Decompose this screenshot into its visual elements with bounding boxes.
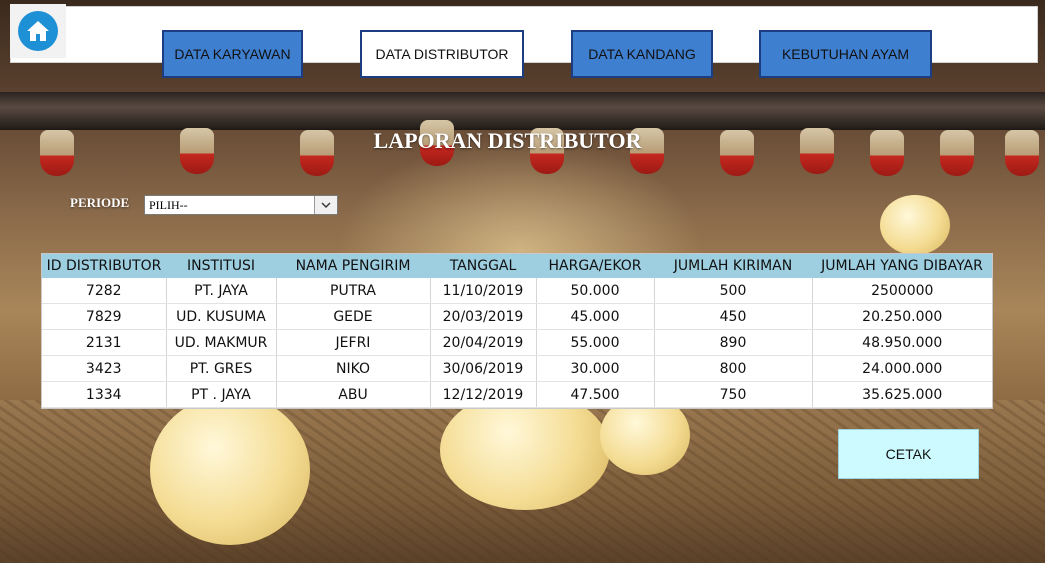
background-pipe bbox=[0, 92, 1045, 130]
cell-tanggal: 20/04/2019 bbox=[430, 329, 537, 356]
periode-select[interactable]: PILIH-- bbox=[144, 195, 338, 215]
cell-jumlah-kiriman: 450 bbox=[654, 303, 813, 330]
cell-nama-pengirim: NIKO bbox=[276, 355, 431, 382]
table-row[interactable]: 7282 PT. JAYA PUTRA 11/10/2019 50.000 50… bbox=[42, 278, 992, 304]
cell-id-distributor: 2131 bbox=[42, 329, 167, 356]
cell-institusi: PT. GRES bbox=[166, 355, 277, 382]
cell-harga-ekor: 47.500 bbox=[536, 381, 655, 408]
cell-jumlah-yang-dibayar: 24.000.000 bbox=[812, 355, 992, 382]
periode-selected-value: PILIH-- bbox=[149, 197, 188, 212]
cell-id-distributor: 3423 bbox=[42, 355, 167, 382]
page-title: LAPORAN DISTRIBUTOR bbox=[373, 128, 642, 153]
cell-jumlah-yang-dibayar: 35.625.000 bbox=[812, 381, 992, 408]
background-chick bbox=[880, 195, 950, 255]
column-header-harga-ekor[interactable]: HARGA/EKOR bbox=[536, 254, 654, 278]
column-header-tanggal[interactable]: TANGGAL bbox=[430, 254, 536, 278]
tab-data-kandang[interactable]: DATA KANDANG bbox=[571, 30, 713, 78]
periode-label: PERIODE bbox=[70, 195, 130, 210]
table-row[interactable]: 3423 PT. GRES NIKO 30/06/2019 30.000 800… bbox=[42, 355, 992, 382]
column-header-jumlah-yang-dibayar[interactable]: JUMLAH YANG DIBAYAR bbox=[812, 254, 992, 278]
cell-institusi: UD. MAKMUR bbox=[166, 329, 277, 356]
tab-data-distributor[interactable]: DATA DISTRIBUTOR bbox=[360, 30, 524, 78]
table-row[interactable]: 2131 UD. MAKMUR JEFRI 20/04/2019 55.000 … bbox=[42, 329, 992, 356]
cell-id-distributor: 1334 bbox=[42, 381, 167, 408]
cell-jumlah-kiriman: 750 bbox=[654, 381, 813, 408]
column-header-institusi[interactable]: INSTITUSI bbox=[166, 254, 276, 278]
cell-tanggal: 30/06/2019 bbox=[430, 355, 537, 382]
cell-harga-ekor: 30.000 bbox=[536, 355, 655, 382]
cell-tanggal: 11/10/2019 bbox=[430, 278, 537, 304]
cell-jumlah-yang-dibayar: 2500000 bbox=[812, 278, 992, 304]
home-icon bbox=[18, 11, 58, 51]
background-chick bbox=[150, 395, 310, 545]
cell-id-distributor: 7829 bbox=[42, 303, 167, 330]
cell-id-distributor: 7282 bbox=[42, 278, 167, 304]
column-header-id-distributor[interactable]: ID DISTRIBUTOR bbox=[42, 254, 166, 278]
table-row[interactable]: 7829 UD. KUSUMA GEDE 20/03/2019 45.000 4… bbox=[42, 303, 992, 330]
cell-jumlah-yang-dibayar: 20.250.000 bbox=[812, 303, 992, 330]
cell-jumlah-yang-dibayar: 48.950.000 bbox=[812, 329, 992, 356]
cell-institusi: PT. JAYA bbox=[166, 278, 277, 304]
cell-jumlah-kiriman: 800 bbox=[654, 355, 813, 382]
distributor-table: ID DISTRIBUTOR INSTITUSI NAMA PENGIRIM T… bbox=[41, 253, 993, 409]
column-header-jumlah-kiriman[interactable]: JUMLAH KIRIMAN bbox=[654, 254, 812, 278]
cell-nama-pengirim: GEDE bbox=[276, 303, 431, 330]
cetak-button[interactable]: CETAK bbox=[838, 429, 979, 479]
cell-nama-pengirim: JEFRI bbox=[276, 329, 431, 356]
cell-jumlah-kiriman: 500 bbox=[654, 278, 813, 304]
home-button[interactable] bbox=[10, 4, 66, 58]
tab-kebutuhan-ayam[interactable]: KEBUTUHAN AYAM bbox=[759, 30, 932, 78]
cell-harga-ekor: 55.000 bbox=[536, 329, 655, 356]
cell-harga-ekor: 45.000 bbox=[536, 303, 655, 330]
cell-nama-pengirim: PUTRA bbox=[276, 278, 431, 304]
table-header-row: ID DISTRIBUTOR INSTITUSI NAMA PENGIRIM T… bbox=[42, 254, 992, 278]
cell-institusi: UD. KUSUMA bbox=[166, 303, 277, 330]
chevron-down-icon[interactable] bbox=[314, 196, 337, 214]
cell-nama-pengirim: ABU bbox=[276, 381, 431, 408]
cell-harga-ekor: 50.000 bbox=[536, 278, 655, 304]
column-header-nama-pengirim[interactable]: NAMA PENGIRIM bbox=[276, 254, 430, 278]
cell-tanggal: 20/03/2019 bbox=[430, 303, 537, 330]
table-row[interactable]: 1334 PT . JAYA ABU 12/12/2019 47.500 750… bbox=[42, 381, 992, 408]
cell-tanggal: 12/12/2019 bbox=[430, 381, 537, 408]
cell-jumlah-kiriman: 890 bbox=[654, 329, 813, 356]
cell-institusi: PT . JAYA bbox=[166, 381, 277, 408]
tab-data-karyawan[interactable]: DATA KARYAWAN bbox=[162, 30, 303, 78]
